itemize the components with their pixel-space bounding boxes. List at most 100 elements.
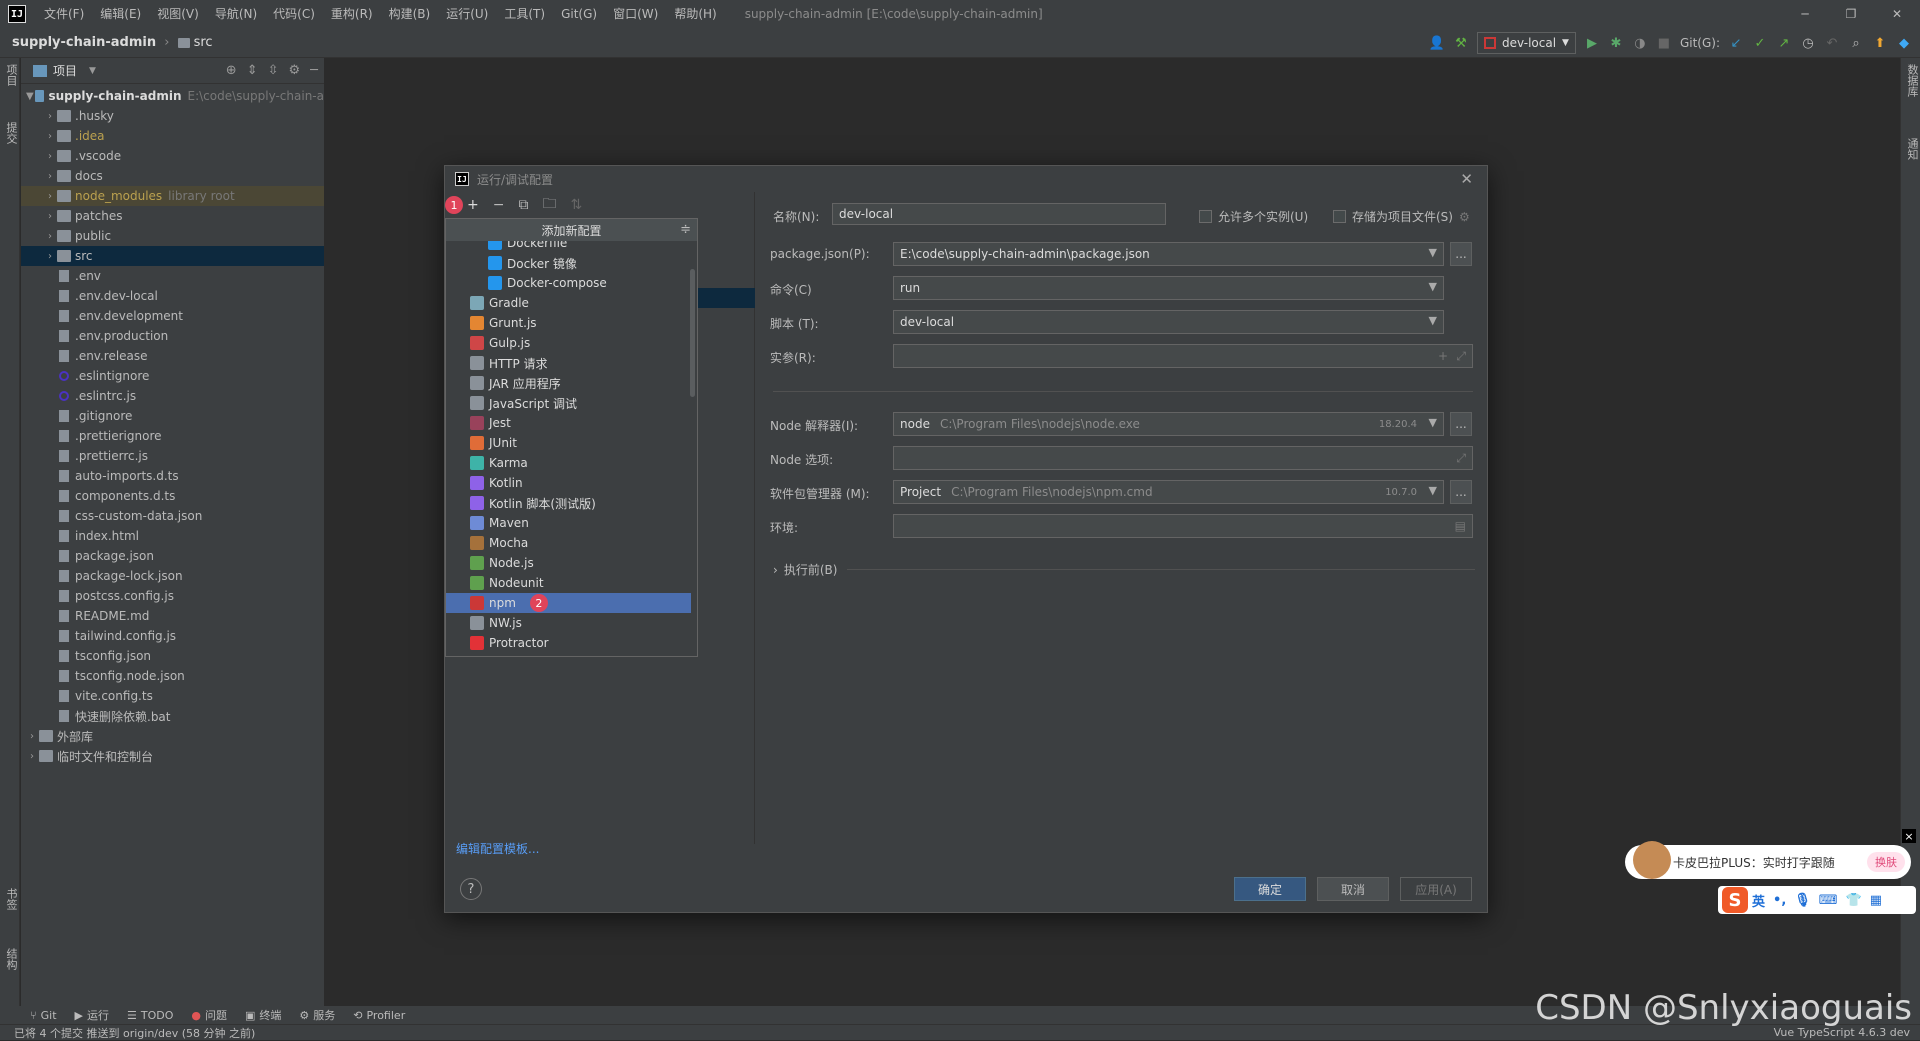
config-type-item[interactable]: Gulp.js <box>446 333 691 353</box>
history-icon[interactable]: ◷ <box>1800 35 1816 51</box>
restore-icon[interactable]: ❐ <box>1828 0 1874 28</box>
tree-file[interactable]: .prettierignore <box>21 426 324 446</box>
menu-item[interactable]: 视图(V) <box>149 0 207 28</box>
menu-item[interactable]: 文件(F) <box>36 0 92 28</box>
arguments-field[interactable]: + ⤢ <box>893 344 1473 368</box>
chevron-right-icon[interactable]: › <box>25 751 39 762</box>
allow-parallel-checkbox[interactable]: 允许多个实例(U) <box>1199 208 1308 225</box>
scripts-field[interactable]: dev-local ▼ <box>893 310 1444 334</box>
store-as-file-checkbox[interactable]: 存储为项目文件(S) ⚙ <box>1333 208 1470 225</box>
tree-folder[interactable]: › docs <box>21 166 324 186</box>
menu-item[interactable]: 运行(U) <box>438 0 496 28</box>
config-type-item[interactable]: Jest <box>446 413 691 433</box>
tree-file[interactable]: auto-imports.d.ts <box>21 466 324 486</box>
tree-file[interactable]: .env.release <box>21 346 324 366</box>
git-push-icon[interactable]: ↗ <box>1776 35 1792 51</box>
sogou-logo-icon[interactable]: S <box>1722 887 1748 913</box>
project-panel-title[interactable]: 项目 <box>53 62 77 79</box>
command-select[interactable]: run ▼ <box>893 276 1444 300</box>
chevron-right-icon[interactable]: › <box>43 111 57 122</box>
ok-button[interactable]: 确定 <box>1234 877 1306 901</box>
close-icon[interactable]: ✕ <box>1460 170 1473 188</box>
config-type-item[interactable]: Docker 镜像 <box>446 253 691 273</box>
bookmarks-tool-tab[interactable]: 书签 <box>3 888 19 910</box>
gear-icon[interactable]: ⚙ <box>1459 210 1470 224</box>
config-type-item[interactable]: Grunt.js <box>446 313 691 333</box>
config-type-item[interactable]: Node.js <box>446 553 691 573</box>
tree-file[interactable]: components.d.ts <box>21 486 324 506</box>
tree-file[interactable]: postcss.config.js <box>21 586 324 606</box>
tree-file[interactable]: .env.production <box>21 326 324 346</box>
tool-window-button[interactable]: ⚙ 服务 <box>299 1007 335 1023</box>
chevron-right-icon[interactable]: › <box>43 171 57 182</box>
tool-window-button[interactable]: ☰ TODO <box>127 1009 173 1022</box>
add-config-icon[interactable]: + <box>467 197 479 213</box>
tree-folder[interactable]: › public <box>21 226 324 246</box>
package-manager-select[interactable]: Project C:\Program Files\nodejs\npm.cmd … <box>893 480 1444 504</box>
menu-item[interactable]: 编辑(E) <box>92 0 149 28</box>
tree-folder[interactable]: › .husky <box>21 106 324 126</box>
tree-file[interactable]: .eslintignore <box>21 366 324 386</box>
menu-item[interactable]: 构建(B) <box>381 0 439 28</box>
tree-file[interactable]: .env <box>21 266 324 286</box>
git-update-icon[interactable]: ↙ <box>1728 35 1744 51</box>
tree-folder[interactable]: › src <box>21 246 324 266</box>
chevron-right-icon[interactable]: › <box>43 131 57 142</box>
git-commit-icon[interactable]: ✓ <box>1752 35 1768 51</box>
chevron-down-icon[interactable]: ▼ <box>1429 246 1437 259</box>
microphone-icon[interactable]: 🎙 <box>1794 893 1811 908</box>
scrollbar[interactable] <box>690 269 695 397</box>
tree-file[interactable]: vite.config.ts <box>21 686 324 706</box>
config-type-item[interactable]: JavaScript 调试 <box>446 393 691 413</box>
jetbrains-icon[interactable]: ◆ <box>1896 35 1912 51</box>
config-type-item[interactable]: Docker-compose <box>446 273 691 293</box>
env-field[interactable]: ▤ <box>893 514 1473 538</box>
expand-all-icon[interactable]: ⇕ <box>247 63 258 78</box>
sort-icon[interactable]: ⇅ <box>570 197 582 213</box>
edit-env-icon[interactable]: ▤ <box>1455 519 1466 533</box>
remove-config-icon[interactable]: − <box>493 197 505 213</box>
tool-window-button[interactable]: ▣ 终端 <box>245 1007 281 1023</box>
config-type-item[interactable]: JUnit <box>446 433 691 453</box>
browse-package-manager-button[interactable]: ... <box>1450 480 1472 504</box>
collapse-all-icon[interactable]: ⇳ <box>268 63 279 78</box>
chevron-down-icon[interactable]: ▼ <box>1429 314 1437 327</box>
run-config-selector[interactable]: dev-local ▼ <box>1476 32 1576 54</box>
tree-file[interactable]: index.html <box>21 526 324 546</box>
cancel-button[interactable]: 取消 <box>1317 877 1389 901</box>
chevron-right-icon[interactable]: › <box>43 211 57 222</box>
tree-file[interactable]: .env.development <box>21 306 324 326</box>
shirt-icon[interactable]: 👕 <box>1846 893 1862 908</box>
tool-window-button[interactable]: ● 问题 <box>191 1007 227 1023</box>
browse-package-json-button[interactable]: ... <box>1450 242 1472 266</box>
stop-icon[interactable]: ■ <box>1656 35 1672 51</box>
config-type-item[interactable]: JAR 应用程序 <box>446 373 691 393</box>
tree-folder[interactable]: › patches <box>21 206 324 226</box>
tree-file[interactable]: package-lock.json <box>21 566 324 586</box>
browse-node-button[interactable]: ... <box>1450 412 1472 436</box>
tree-folder[interactable]: › node_modules library root <box>21 186 324 206</box>
chevron-right-icon[interactable]: › <box>43 191 57 202</box>
menu-item[interactable]: Git(G) <box>553 0 605 28</box>
tree-file[interactable]: package.json <box>21 546 324 566</box>
tree-file[interactable]: .env.dev-local <box>21 286 324 306</box>
chevron-right-icon[interactable]: › <box>43 151 57 162</box>
tree-root[interactable]: ▼ supply-chain-admin E:\code\supply-chai… <box>21 86 324 106</box>
name-field[interactable]: dev-local <box>832 203 1166 225</box>
tree-file[interactable]: tsconfig.json <box>21 646 324 666</box>
tool-window-button[interactable]: ⑂ Git <box>30 1009 57 1022</box>
chevron-right-icon[interactable]: › <box>25 731 39 742</box>
config-type-item[interactable]: HTTP 请求 <box>446 353 691 373</box>
menu-item[interactable]: 工具(T) <box>496 0 553 28</box>
tree-file[interactable]: .prettierrc.js <box>21 446 324 466</box>
menu-item[interactable]: 重构(R) <box>323 0 381 28</box>
apply-button[interactable]: 应用(A) <box>1400 877 1472 901</box>
breadcrumb-project[interactable]: supply-chain-admin <box>12 35 156 50</box>
coverage-icon[interactable]: ◑ <box>1632 35 1648 51</box>
debug-icon[interactable]: ✱ <box>1608 35 1624 51</box>
config-type-item[interactable]: Protractor <box>446 633 691 653</box>
hide-icon[interactable]: ─ <box>310 63 318 78</box>
chevron-down-icon[interactable]: ▼ <box>25 91 35 102</box>
skin-button[interactable]: 换肤 <box>1867 852 1905 872</box>
node-options-field[interactable]: ⤢ <box>893 446 1473 470</box>
